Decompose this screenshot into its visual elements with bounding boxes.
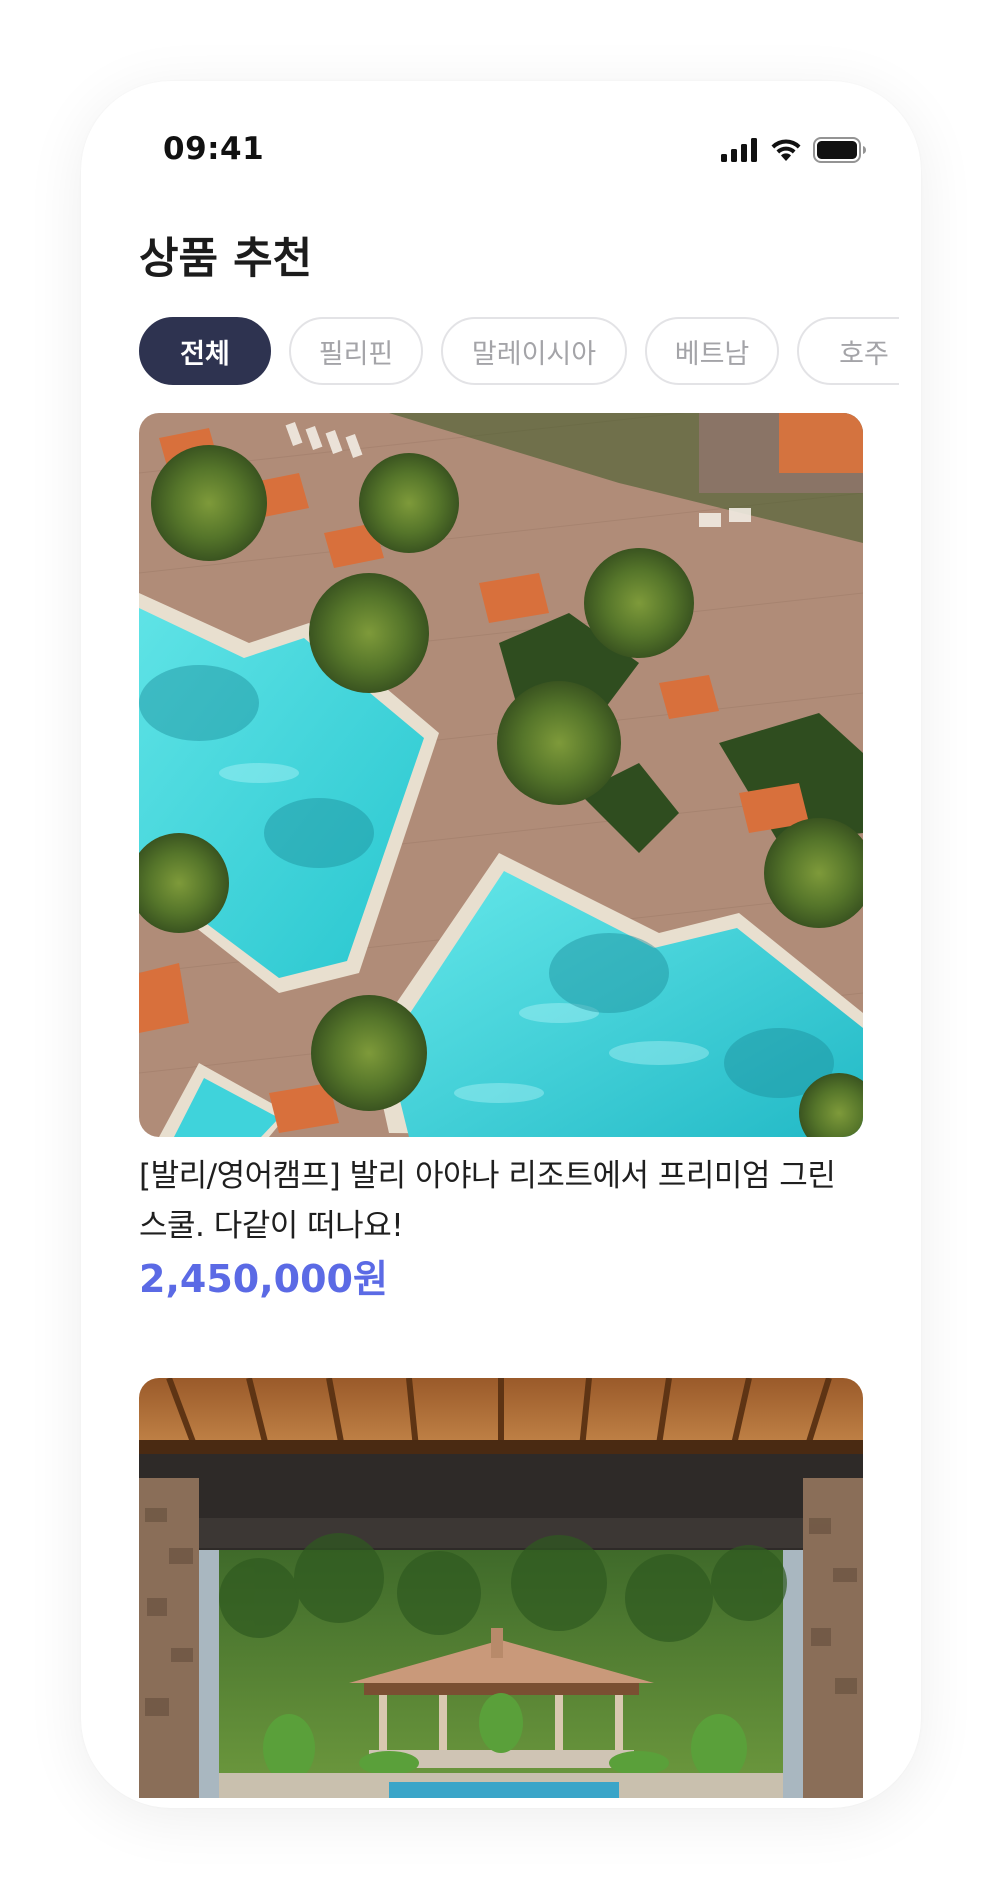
resort-pool-aerial-photo <box>139 413 863 1137</box>
chip-all[interactable]: 전체 <box>139 317 271 385</box>
status-bar: 09:41 <box>81 81 921 221</box>
product-title[interactable]: [발리/영어캠프] 발리 아야나 리조트에서 프리미엄 그린스쿨. 다같이 떠나… <box>139 1151 863 1251</box>
chip-philippines[interactable]: 필리핀 <box>289 317 423 385</box>
status-icons <box>721 137 867 167</box>
chip-malaysia[interactable]: 말레이시아 <box>441 317 627 385</box>
category-filter-bar[interactable]: 전체 필리핀 말레이시아 베트남 호주 <box>139 317 899 391</box>
phone-frame: 09:41 상품 추천 전체 필리핀 말레이시아 베트남 호주 [발리/영어캠프… <box>81 81 921 1808</box>
chip-australia[interactable]: 호주 <box>797 317 899 385</box>
chip-vietnam[interactable]: 베트남 <box>645 317 779 385</box>
page-title: 상품 추천 <box>139 234 313 284</box>
status-time: 09:41 <box>163 131 265 167</box>
signal-icon <box>721 138 759 166</box>
product-price: 2,450,000원 <box>139 1257 388 1301</box>
battery-icon <box>813 137 867 167</box>
product-image[interactable] <box>139 1378 863 1798</box>
garden-pavilion-photo <box>139 1378 863 1798</box>
wifi-icon <box>769 137 803 167</box>
product-image[interactable] <box>139 413 863 1137</box>
